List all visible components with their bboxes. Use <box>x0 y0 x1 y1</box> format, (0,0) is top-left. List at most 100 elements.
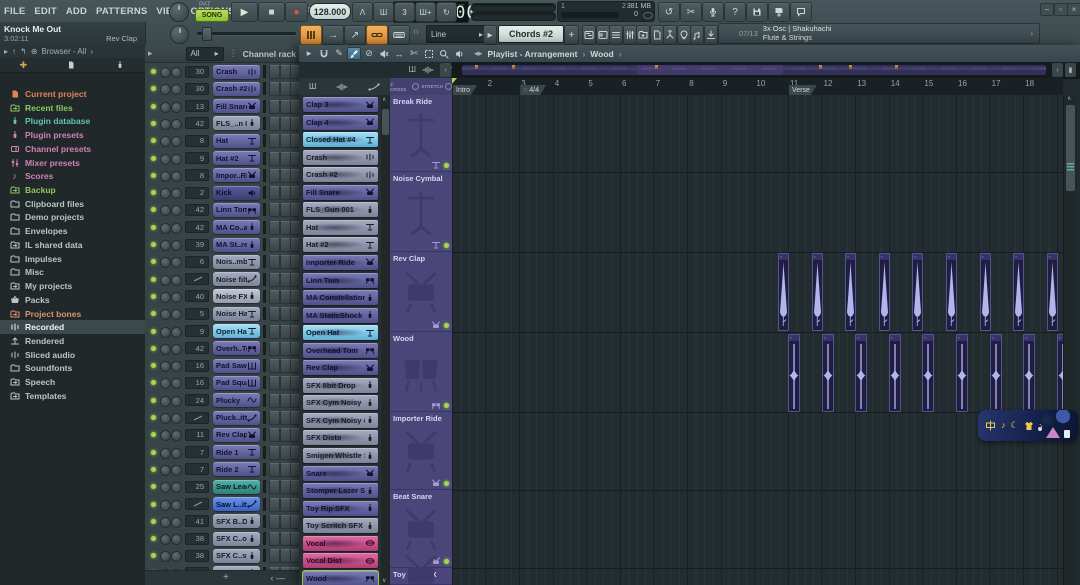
channel-enable-led[interactable] <box>151 259 156 264</box>
step-cell[interactable] <box>290 65 299 79</box>
step-cell[interactable] <box>269 100 280 114</box>
performance-icon[interactable] <box>690 25 704 45</box>
step-cell[interactable] <box>269 394 280 408</box>
pat-mode-label[interactable]: PAT <box>199 1 211 8</box>
browser-item-packs[interactable]: Packs <box>0 293 145 307</box>
step-count-badge[interactable]: 25 <box>185 481 209 493</box>
picker-item-rev-clap[interactable]: Rev Clap <box>303 360 378 375</box>
track-mixer-handle[interactable] <box>263 463 266 476</box>
step-cell[interactable] <box>280 532 291 546</box>
step-cell[interactable] <box>269 515 280 529</box>
channel-button[interactable]: Ride 1 <box>213 445 260 459</box>
browser-item-backup[interactable]: Backup <box>0 183 145 197</box>
volume-knob[interactable] <box>171 223 182 234</box>
playlist-menu-icon[interactable]: ▸ <box>302 47 316 60</box>
picker-scrollbar[interactable]: ∧ ∨ <box>381 95 390 585</box>
step-count-badge[interactable]: 9 <box>185 325 209 337</box>
fl-logo-button[interactable] <box>300 25 322 45</box>
step-cell[interactable] <box>280 342 291 356</box>
volume-knob[interactable] <box>171 378 182 389</box>
channel-button[interactable]: Fill Snare <box>213 99 260 113</box>
step-cell[interactable] <box>280 290 291 304</box>
step-cell[interactable] <box>290 446 299 460</box>
track-mixer-handle[interactable] <box>263 290 266 303</box>
channel-button[interactable]: Crash <box>213 65 260 79</box>
step-cell[interactable] <box>280 169 291 183</box>
chat-icon[interactable] <box>790 2 812 22</box>
step-count-badge[interactable]: 30 <box>185 66 209 78</box>
track-record-led[interactable] <box>444 481 449 486</box>
browser-item-impulses[interactable]: Impulses <box>0 252 145 266</box>
channel-button[interactable]: Noise filter <box>213 272 260 286</box>
picker-item-linn-tom[interactable]: Linn Tom <box>303 273 378 288</box>
pan-knob[interactable] <box>160 292 171 303</box>
volume-knob[interactable] <box>171 517 182 528</box>
channel-button[interactable]: Saw Lead <box>213 480 260 494</box>
snapshot-icon[interactable]: ⊕ <box>31 48 38 56</box>
playback-icon[interactable] <box>452 47 466 60</box>
picker-item-importer-ride[interactable]: Importer Ride <box>303 255 378 270</box>
track-mixer-handle[interactable] <box>263 325 266 338</box>
track-mixer-handle[interactable] <box>263 532 266 545</box>
pan-knob[interactable] <box>160 413 171 424</box>
patterns-tab-icon[interactable]: Ш <box>409 66 416 74</box>
picker-item-crash-2[interactable]: Crash #2 <box>303 167 378 182</box>
step-count-badge[interactable]: 38 <box>185 533 209 545</box>
track-record-led[interactable] <box>444 163 449 168</box>
pan-knob[interactable] <box>160 448 171 459</box>
channel-enable-led[interactable] <box>151 415 156 420</box>
channel-enable-led[interactable] <box>151 104 156 109</box>
step-cell[interactable] <box>280 100 291 114</box>
minimize-button[interactable]: – <box>1040 3 1054 16</box>
step-count-badge[interactable]: 11 <box>185 429 209 441</box>
channel-button[interactable]: Rev Clap <box>213 428 260 442</box>
step-cell[interactable] <box>269 186 280 200</box>
picker-item-sfx-disto[interactable]: SFX Disto <box>303 430 378 445</box>
mute-icon[interactable] <box>377 47 391 60</box>
pan-knob[interactable] <box>160 482 171 493</box>
channel-button[interactable]: FLS_..n 001 <box>213 116 260 130</box>
step-cell[interactable] <box>280 446 291 460</box>
channel-button[interactable]: Ride 2 <box>213 462 260 476</box>
channel-enable-led[interactable] <box>151 207 156 212</box>
step-cell[interactable] <box>280 152 291 166</box>
expand-arrow-icon[interactable]: ▸ <box>4 48 8 56</box>
picker-item-sfx-cym-noisy[interactable]: SFX Cym Noisy <box>303 395 378 410</box>
volume-knob[interactable] <box>171 448 182 459</box>
step-cell[interactable] <box>269 549 280 563</box>
step-cell[interactable] <box>269 169 280 183</box>
step-count-badge[interactable]: 16 <box>185 377 209 389</box>
channel-button[interactable]: Hat <box>213 134 260 148</box>
channel-enable-led[interactable] <box>151 484 156 489</box>
track-mixer-handle[interactable] <box>263 255 266 268</box>
channel-enable-led[interactable] <box>151 502 156 507</box>
track-mixer-handle[interactable] <box>263 411 266 424</box>
play-button[interactable]: ▶ <box>231 2 258 22</box>
step-count-badge[interactable]: 41 <box>185 515 209 527</box>
clip-rev-clap[interactable]: » <box>845 253 856 331</box>
picker-item-vocal-dist[interactable]: Vocal Dist <box>303 553 378 568</box>
step-cell[interactable] <box>290 134 299 148</box>
slide-tool-icon[interactable]: ↗ <box>344 25 366 45</box>
mic-icon[interactable] <box>702 2 724 22</box>
countdown-icon[interactable]: 3 <box>394 2 415 22</box>
pan-knob[interactable] <box>160 344 171 355</box>
step-count-badge[interactable] <box>185 412 209 424</box>
step-cell[interactable] <box>280 255 291 269</box>
browser-item-recent-files[interactable]: Recent files <box>0 101 145 115</box>
maximize-button[interactable]: ▫ <box>1054 3 1068 16</box>
channel-button[interactable]: SFX B..Drop <box>213 514 260 528</box>
pan-knob[interactable] <box>160 327 171 338</box>
step-cell[interactable] <box>280 376 291 390</box>
volume-knob[interactable] <box>171 309 182 320</box>
clip-rev-clap[interactable]: » <box>946 253 957 331</box>
picker-item-open-hat[interactable]: Open Hat <box>303 325 378 340</box>
rack-filter-dropdown[interactable]: All▸ <box>186 47 224 61</box>
stretch-checkbox[interactable] <box>445 83 452 90</box>
track-mixer-handle[interactable] <box>263 394 266 407</box>
pan-knob[interactable] <box>160 361 171 372</box>
playlist-panel-icon[interactable] <box>582 25 596 45</box>
browser-panel-icon[interactable] <box>636 25 650 45</box>
master-volume-thumb[interactable] <box>202 27 212 41</box>
step-cell[interactable] <box>290 100 299 114</box>
